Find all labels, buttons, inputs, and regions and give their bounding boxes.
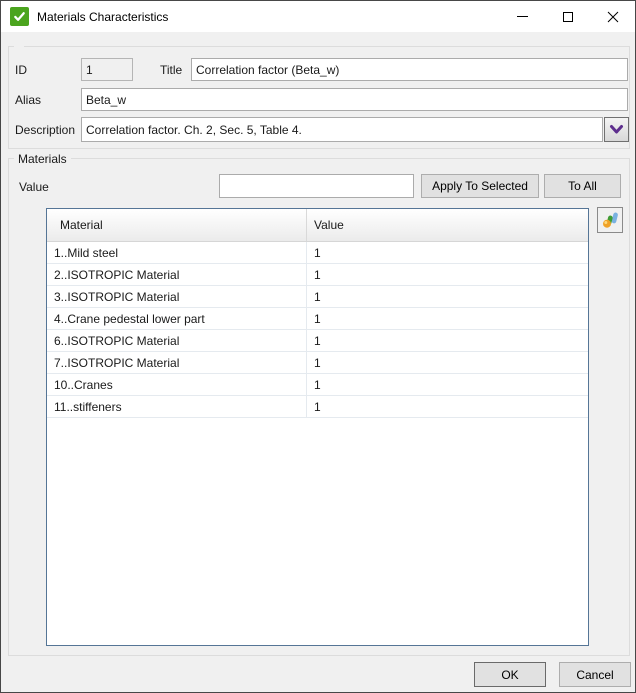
- value-cell: 1: [307, 308, 588, 329]
- table-row[interactable]: 10..Cranes 1: [47, 374, 588, 396]
- value-cell: 1: [307, 330, 588, 351]
- value-cell: 1: [307, 374, 588, 395]
- close-button[interactable]: [590, 1, 635, 32]
- material-cell: 11..stiffeners: [47, 396, 307, 417]
- material-cell: 7..ISOTROPIC Material: [47, 352, 307, 373]
- color-chart-icon: [601, 211, 619, 229]
- table-body: 1..Mild steel 1 2..ISOTROPIC Material 1 …: [47, 242, 588, 418]
- materials-value-input[interactable]: [219, 174, 414, 198]
- title-bar[interactable]: Materials Characteristics: [1, 1, 635, 32]
- window-title: Materials Characteristics: [37, 10, 168, 24]
- value-cell: 1: [307, 396, 588, 417]
- material-cell: 6..ISOTROPIC Material: [47, 330, 307, 351]
- value-cell: 1: [307, 242, 588, 263]
- chevron-down-icon: [609, 124, 624, 135]
- apply-to-selected-button[interactable]: Apply To Selected: [421, 174, 539, 198]
- id-field[interactable]: [81, 58, 133, 81]
- material-cell: 4..Crane pedestal lower part: [47, 308, 307, 329]
- materials-group-label: Materials: [14, 152, 71, 166]
- table-row[interactable]: 1..Mild steel 1: [47, 242, 588, 264]
- table-row[interactable]: 2..ISOTROPIC Material 1: [47, 264, 588, 286]
- material-column-header: Material: [47, 209, 307, 241]
- close-icon: [607, 11, 619, 23]
- maximize-icon: [563, 12, 573, 22]
- materials-table: Material Value 1..Mild steel 1 2..ISOTRO…: [46, 208, 589, 646]
- table-row[interactable]: 6..ISOTROPIC Material 1: [47, 330, 588, 352]
- cancel-button[interactable]: Cancel: [559, 662, 631, 687]
- materials-characteristics-dialog: Materials Characteristics ID Title Alias…: [0, 0, 636, 693]
- alias-field[interactable]: [81, 88, 628, 111]
- description-field[interactable]: [81, 117, 603, 142]
- table-header: Material Value: [47, 209, 588, 242]
- minimize-icon: [517, 16, 528, 17]
- material-cell: 2..ISOTROPIC Material: [47, 264, 307, 285]
- description-label: Description: [15, 123, 75, 137]
- color-scale-button[interactable]: [597, 207, 623, 233]
- maximize-button[interactable]: [545, 1, 590, 32]
- to-all-button[interactable]: To All: [544, 174, 621, 198]
- ok-button[interactable]: OK: [474, 662, 546, 687]
- value-cell: 1: [307, 264, 588, 285]
- material-cell: 3..ISOTROPIC Material: [47, 286, 307, 307]
- table-row[interactable]: 3..ISOTROPIC Material 1: [47, 286, 588, 308]
- minimize-button[interactable]: [500, 1, 545, 32]
- table-row[interactable]: 4..Crane pedestal lower part 1: [47, 308, 588, 330]
- value-column-header: Value: [307, 209, 588, 241]
- value-cell: 1: [307, 286, 588, 307]
- id-label: ID: [15, 63, 27, 77]
- window-controls: [500, 1, 635, 32]
- value-cell: 1: [307, 352, 588, 373]
- title-label: Title: [160, 63, 182, 77]
- material-cell: 10..Cranes: [47, 374, 307, 395]
- value-label: Value: [19, 180, 49, 194]
- material-cell: 1..Mild steel: [47, 242, 307, 263]
- table-row[interactable]: 11..stiffeners 1: [47, 396, 588, 418]
- title-field[interactable]: [191, 58, 628, 81]
- green-check-icon: [10, 7, 29, 26]
- table-row[interactable]: 7..ISOTROPIC Material 1: [47, 352, 588, 374]
- description-dropdown-button[interactable]: [604, 117, 629, 142]
- alias-label: Alias: [15, 93, 41, 107]
